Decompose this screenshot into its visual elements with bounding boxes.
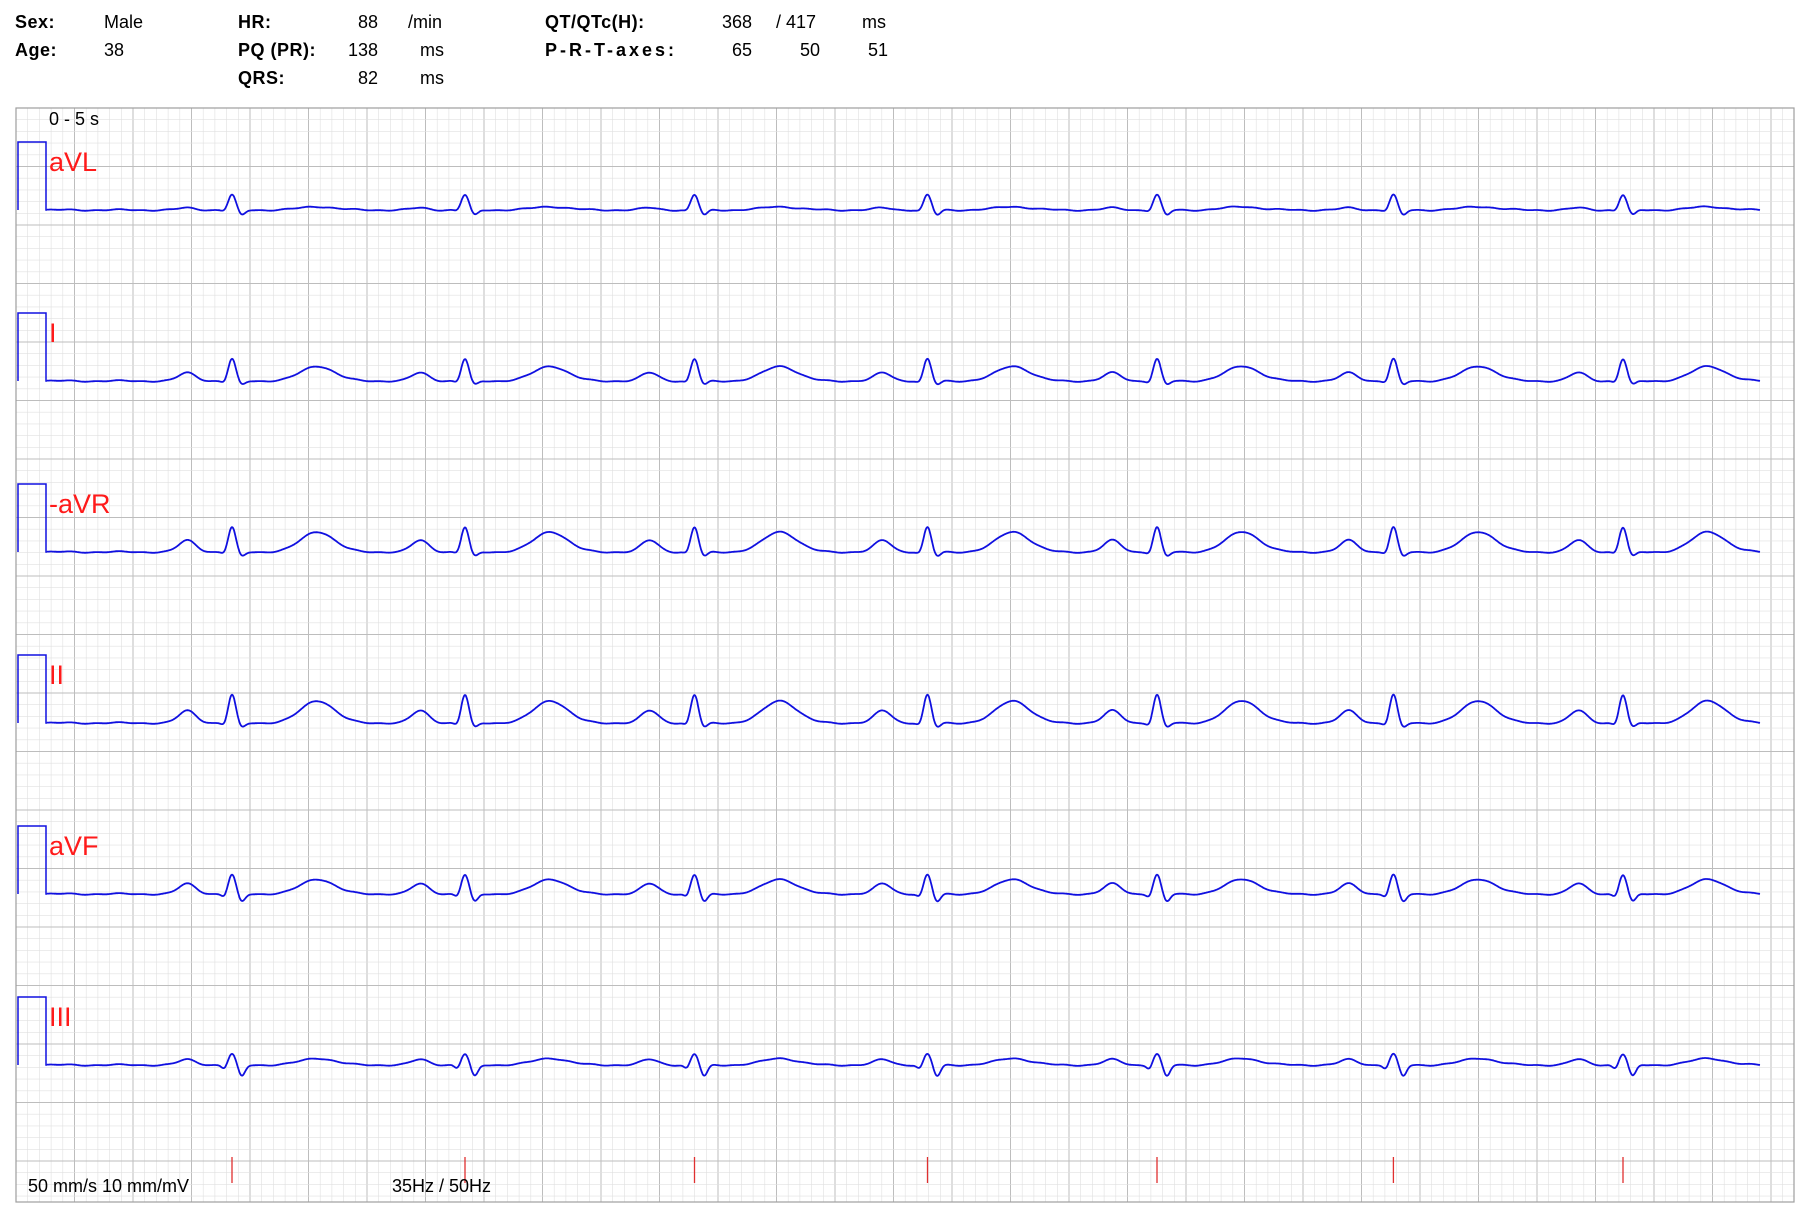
lead-trace — [46, 526, 1761, 557]
ecg-leads: aVL I -aVR II aVF III — [17, 141, 1761, 1077]
time-range-label: 0 - 5 s — [49, 109, 99, 129]
lead-label: aVF — [49, 831, 99, 861]
calibration-pulse — [17, 996, 47, 1066]
lead-label: I — [49, 318, 57, 348]
lead-trace — [46, 357, 1761, 386]
calibration-pulse — [17, 825, 47, 895]
lead-trace — [46, 1052, 1761, 1077]
ecg-strip: aVL I -aVR II aVF III 0 - 5 s 50 mm/s 10 mm/m… — [15, 107, 1795, 1203]
lead-label: -aVR — [49, 489, 111, 519]
lead-trace — [46, 693, 1761, 728]
lead-label: III — [49, 1002, 72, 1032]
ecg-grid — [15, 107, 1794, 1202]
calibration-pulse — [17, 654, 47, 724]
calibration-pulse — [17, 141, 47, 211]
filter-label: 35Hz / 50Hz — [392, 1176, 491, 1196]
lead-trace — [46, 873, 1761, 903]
calibration-pulse — [17, 312, 47, 382]
lead-label: aVL — [49, 147, 97, 177]
paper-speed-label: 50 mm/s 10 mm/mV — [28, 1176, 189, 1196]
lead-trace — [46, 193, 1761, 216]
lead-label: II — [49, 660, 64, 690]
